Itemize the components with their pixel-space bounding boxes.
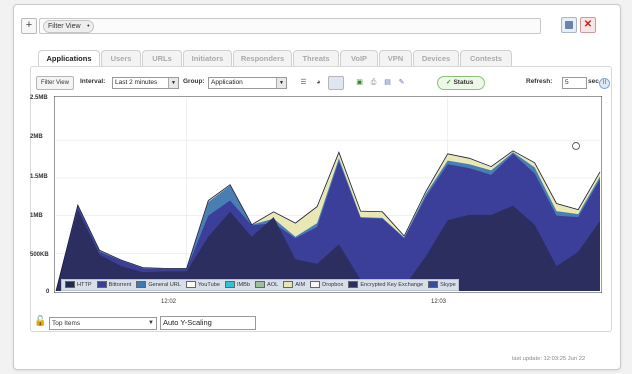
last-update-text: last update: 12:03:25 Jun 22 [512,356,586,362]
legend-label: HTTP [77,282,92,288]
legend-label: AOL [267,282,279,288]
legend-swatch [65,281,75,289]
legend-swatch [136,281,147,289]
close-icon[interactable]: ✕ [580,17,596,33]
top-items-select[interactable]: Top Items ▼ [49,317,157,330]
legend-label: Encrypted Key Exchange [360,282,424,288]
x-tick-label: 12:03 [431,299,447,305]
y-tick-label: 1.5MB [30,174,48,180]
toolbar: Filter View Interval: Last 2 minutes ▼ G… [36,76,610,90]
lock-icon[interactable]: 🔓 [34,316,46,328]
top-items-value: Top Items [52,320,81,327]
status-label: Status [453,79,474,86]
legend-label: IMBb [236,282,251,288]
tab-urls[interactable]: URLs [142,50,182,66]
legend-label: General URL [148,282,181,288]
hover-marker[interactable] [572,142,580,150]
y-tick-label: 2.5MB [30,95,48,101]
legend-swatch [428,281,439,289]
chevron-down-icon: ▼ [148,320,154,326]
legend-swatch [224,281,235,289]
area-chart-icon[interactable] [328,76,344,90]
group-label: Group: [183,78,205,85]
interval-value: Last 2 minutes [115,79,158,86]
legend-label: YouTube [197,282,220,288]
legend-label: Bittorrent [108,282,132,288]
legend-swatch [255,281,266,289]
status-button[interactable]: ✓ Status [437,76,485,90]
filter-view-chip[interactable]: Filter View • [43,20,94,33]
pause-icon[interactable]: II [599,78,610,89]
y-tick-label: 2MB [30,134,43,140]
legend-item[interactable]: General URL [136,280,181,290]
y-tick-label: 500KB [30,252,49,258]
tab-contests[interactable]: Contests [460,50,512,66]
settings-icon[interactable]: ✎ [396,77,407,88]
filter-view-button[interactable]: Filter View [36,76,74,90]
interval-select[interactable]: Last 2 minutes ▼ [112,77,179,89]
x-tick-label: 12:02 [161,299,177,305]
tab-users[interactable]: Users [101,50,141,66]
chevron-down-icon: ▼ [276,78,286,88]
legend-item[interactable]: Skype [428,280,456,290]
legend-swatch [185,281,196,289]
legend-item[interactable]: Dropbox [310,280,343,290]
legend-swatch [348,281,359,289]
legend-item[interactable]: HTTP [65,280,92,290]
legend-item[interactable]: Bittorrent [96,280,132,290]
legend-label: AIM [295,282,306,288]
legend-item[interactable]: AIM [283,280,305,290]
legend-label: Skype [440,282,456,288]
refresh-input[interactable]: 5 [562,77,587,89]
save-icon[interactable] [561,17,577,33]
chip-dot-icon: • [87,23,90,30]
tab-applications[interactable]: Applications [38,50,100,67]
group-value: Application [211,79,243,86]
legend-swatch [283,281,294,289]
list-view-icon[interactable]: ☰ [298,77,309,88]
traffic-area-chart[interactable] [54,96,602,293]
tab-responders[interactable]: Responders [233,50,292,66]
group-select[interactable]: Application ▼ [208,77,287,89]
legend-item[interactable]: IMBb [224,280,251,290]
add-filter-button[interactable]: + [21,18,37,34]
print-icon[interactable]: ⎙ [368,77,379,88]
bottom-controls: 🔓 Top Items ▼ Auto Y-Scaling [34,316,334,330]
filter-bar: + Filter View • ✕ [21,16,601,38]
refresh-label: Refresh: [526,78,553,85]
chart-legend: HTTP Bittorrent General URL YouTube IMBb AOL A… [61,279,459,291]
tab-threats[interactable]: Threats [293,50,339,66]
filter-view-box[interactable]: Filter View • [39,18,541,34]
filter-view-chip-label: Filter View [48,23,81,30]
y-tick-label: 0 [46,289,50,295]
tab-voip[interactable]: VoIP [340,50,378,66]
interval-label: Interval: [80,78,106,85]
legend-item[interactable]: AOL [255,280,278,290]
auto-y-scaling-field[interactable]: Auto Y-Scaling [160,316,256,330]
check-icon: ✓ [446,79,452,86]
legend-item[interactable]: YouTube [185,280,220,290]
legend-swatch [96,281,107,289]
save-view-icon[interactable]: ▤ [382,77,393,88]
y-tick-label: 1MB [30,213,43,219]
tab-devices[interactable]: Devices [413,50,459,66]
legend-item[interactable]: Encrypted Key Exchange [348,280,423,290]
chevron-down-icon: ▼ [168,78,178,88]
pie-view-icon[interactable]: ◕ [313,77,324,88]
tab-initiators[interactable]: Initiators [183,50,232,66]
legend-label: Dropbox [322,282,344,288]
export-excel-icon[interactable]: ▣ [354,77,365,88]
legend-swatch [310,281,321,289]
tab-vpn[interactable]: VPN [379,50,412,66]
